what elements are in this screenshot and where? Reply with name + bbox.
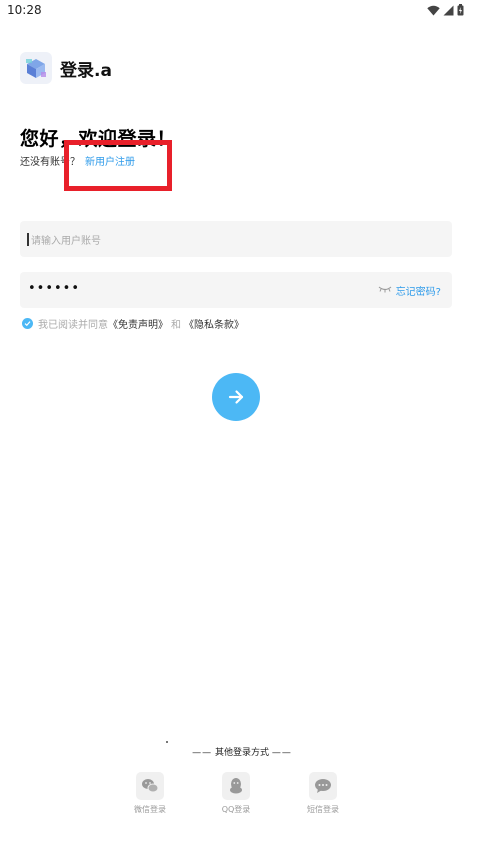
password-value: •••••• (28, 281, 81, 296)
sms-login-label: 短信登录 (307, 805, 339, 814)
sms-icon (315, 779, 331, 793)
wechat-login-label: 微信登录 (134, 805, 166, 814)
agreement-prefix: 我已阅读并同意 (38, 320, 108, 331)
divider-left: —— (192, 748, 213, 758)
privacy-link[interactable]: 《隐私条款》 (184, 316, 244, 331)
battery-icon (457, 4, 464, 16)
wifi-icon (427, 5, 440, 15)
wechat-icon-box (136, 772, 164, 800)
app-logo (20, 52, 52, 84)
password-input[interactable]: •••••• 忘记密码? (20, 272, 452, 308)
account-placeholder: 请输入用户账号 (31, 236, 101, 247)
check-icon (24, 321, 31, 327)
wechat-icon (142, 779, 159, 793)
agreement-row: 我已阅读并同意 《免责声明》 和 《隐私条款》 (22, 316, 244, 331)
qq-login-button[interactable]: QQ登录 (206, 772, 266, 815)
sms-login-button[interactable]: 短信登录 (293, 772, 353, 815)
agreement-checkbox[interactable] (22, 318, 33, 329)
cube-logo-icon (26, 59, 46, 78)
app-header: 登录.a (20, 52, 112, 84)
other-login-label: —— 其他登录方式 —— (0, 745, 484, 758)
forgot-password-link[interactable]: 忘记密码? (396, 283, 441, 298)
qq-icon-box (222, 772, 250, 800)
status-time: 10:28 (7, 3, 42, 17)
signal-icon (443, 5, 454, 15)
sms-icon-box (309, 772, 337, 800)
decorative-dot (166, 741, 168, 743)
other-login-text: 其他登录方式 (214, 748, 269, 758)
text-cursor (27, 233, 29, 246)
divider-right: —— (271, 748, 292, 758)
qq-icon (230, 778, 242, 794)
account-input[interactable]: 请输入用户账号 (20, 221, 452, 257)
eye-closed-icon[interactable] (378, 284, 392, 294)
login-submit-button[interactable] (212, 373, 260, 421)
app-name: 登录.a (60, 60, 112, 81)
disclaimer-link[interactable]: 《免责声明》 (108, 316, 168, 331)
agreement-joiner: 和 (171, 320, 181, 331)
status-bar: 10:28 (0, 0, 484, 22)
qq-login-label: QQ登录 (221, 805, 251, 814)
status-icons (427, 4, 464, 16)
wechat-login-button[interactable]: 微信登录 (120, 772, 180, 815)
highlight-box (64, 140, 172, 191)
arrow-right-icon (228, 390, 244, 404)
